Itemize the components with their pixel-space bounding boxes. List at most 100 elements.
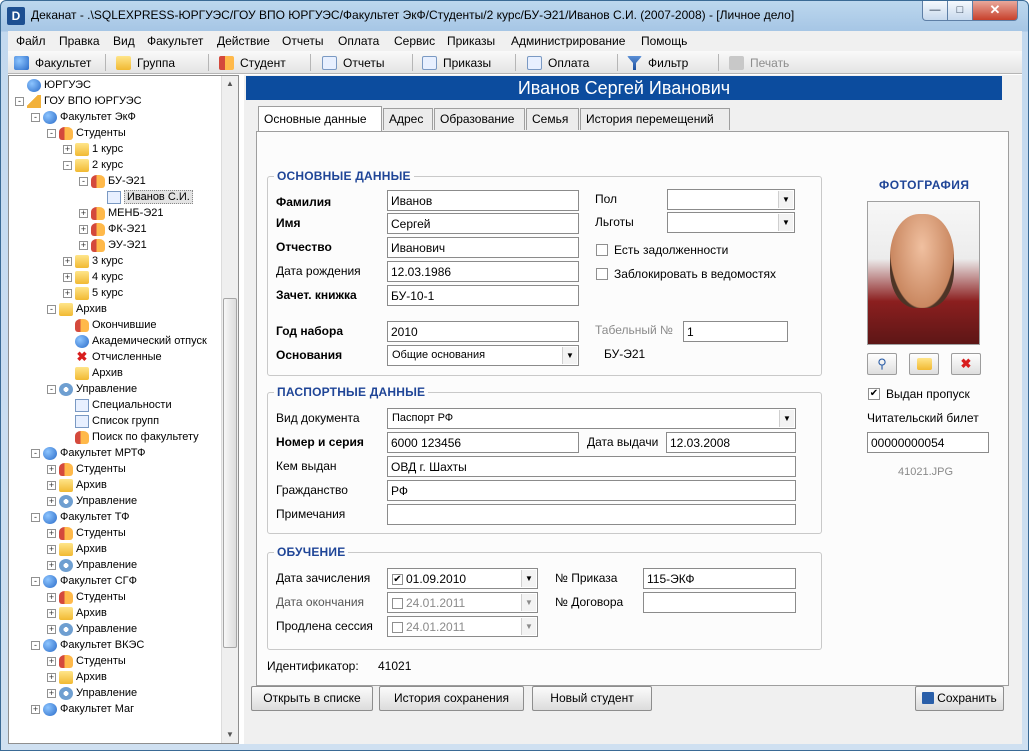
tree-node[interactable]: + Архив [47,477,107,493]
patronymic-field[interactable]: Иванович [387,237,579,258]
tree-node[interactable]: +4 курс [63,269,123,285]
menu-faculty[interactable]: Факультет [147,34,203,48]
expand-icon[interactable]: + [47,672,56,682]
menu-admin[interactable]: Администрирование [511,34,625,48]
save-history-button[interactable]: История сохранения [379,686,524,711]
scroll-down-arrow[interactable]: ▼ [223,727,237,743]
record-book-field[interactable]: БУ-10-1 [387,285,579,306]
expand-icon[interactable]: + [47,592,56,602]
zoom-photo-button[interactable]: ⚲ [867,353,897,375]
toolbar-group-button[interactable]: Группа [116,54,175,72]
tree-node[interactable]: +1 курс [63,141,123,157]
tree-node[interactable]: + Студенты [47,589,126,605]
tree-node[interactable]: Академический отпуск [63,333,207,349]
toolbar-orders-button[interactable]: Приказы [422,54,491,72]
benefits-select[interactable]: ▼ [667,212,795,233]
toolbar-filter-button[interactable]: Фильтр [627,54,688,72]
menu-payment[interactable]: Оплата [338,34,379,48]
extension-date-picker[interactable]: 24.01.2011 ▼ [387,616,538,637]
tab-basic[interactable]: Основные данные [258,106,382,131]
enroll-date-checkbox[interactable]: ✔ [392,574,403,586]
citizenship-field[interactable]: РФ [387,480,796,501]
tree-node[interactable]: + ФК-Э21 [79,221,147,237]
tree-node[interactable]: + Архив [47,669,107,685]
tree-node[interactable]: Специальности [63,397,172,413]
surname-field[interactable]: Иванов [387,190,579,211]
issued-by-field[interactable]: ОВД г. Шахты [387,456,796,477]
menu-reports[interactable]: Отчеты [282,34,323,48]
toolbar-reports-button[interactable]: Отчеты [322,54,384,72]
collapse-icon[interactable]: - [31,112,40,122]
tab-education[interactable]: Образование [434,108,525,130]
scroll-up-arrow[interactable]: ▲ [223,76,237,92]
tree-node[interactable]: +3 курс [63,253,123,269]
menu-orders[interactable]: Приказы [447,34,495,48]
tree-node[interactable]: + Управление [47,493,137,509]
collapse-icon[interactable]: - [47,384,56,394]
close-button[interactable]: ✕ [972,1,1018,21]
tree-node[interactable]: + Архив [47,605,107,621]
collapse-icon[interactable]: - [31,512,40,522]
load-photo-button[interactable] [909,353,939,375]
expand-icon[interactable]: + [47,464,56,474]
navigation-tree[interactable]: ▲ ▼ ЮРГУЭС - ГОУ ВПО ЮРГУЭС - Факультет ЭкФ -… [8,75,239,744]
tab-history[interactable]: История перемещений [580,108,730,130]
collapse-icon[interactable]: - [79,176,88,186]
tree-node[interactable]: Список групп [63,413,159,429]
name-field[interactable]: Сергей [387,213,579,234]
tab-address[interactable]: Адрес [383,108,433,130]
collapse-icon[interactable]: - [47,128,56,138]
tree-node[interactable]: + Студенты [47,461,126,477]
maximize-button[interactable]: □ [947,1,973,21]
tree-node[interactable]: Поиск по факультету [63,429,199,445]
tree-node[interactable]: - Архив [47,301,107,317]
tree-node[interactable]: ✖ Отчисленные [63,349,162,365]
expand-icon[interactable]: + [47,688,56,698]
expand-icon[interactable]: + [31,704,40,714]
tree-node[interactable]: - Факультет ЭкФ [31,109,136,125]
expand-icon[interactable]: + [79,208,88,218]
library-card-field[interactable]: 00000000054 [867,432,989,453]
collapse-icon[interactable]: - [15,96,24,106]
delete-photo-button[interactable]: ✖ [951,353,981,375]
tree-node[interactable]: - ГОУ ВПО ЮРГУЭС [15,93,142,109]
tree-node[interactable]: Архив [63,365,123,381]
collapse-icon[interactable]: - [31,448,40,458]
expand-icon[interactable]: + [63,256,72,266]
tree-node[interactable]: - Факультет СГФ [31,573,137,589]
menu-file[interactable]: Файл [16,34,46,48]
tree-node[interactable]: - Факультет ТФ [31,509,129,525]
tree-node[interactable]: + Управление [47,557,137,573]
tree-node[interactable]: + Факультет Маг [31,701,134,717]
end-date-picker[interactable]: 24.01.2011 ▼ [387,592,538,613]
enroll-date-picker[interactable]: ✔ 01.09.2010 ▼ [387,568,538,589]
passport-number-field[interactable]: 6000 123456 [387,432,579,453]
save-button[interactable]: Сохранить [915,686,1004,711]
extension-checkbox[interactable] [392,622,403,634]
pass-checkbox[interactable]: ✔ [868,388,880,400]
expand-icon[interactable]: + [47,608,56,618]
tree-node[interactable]: - Факультет МРТФ [31,445,145,461]
tree-node[interactable]: + Управление [47,621,137,637]
tree-node[interactable]: + Архив [47,541,107,557]
toolbar-faculty-button[interactable]: Факультет [14,54,91,72]
menu-service[interactable]: Сервис [394,34,435,48]
expand-icon[interactable]: + [79,240,88,250]
tree-node[interactable]: - БУ-Э21 [79,173,146,189]
expand-icon[interactable]: + [47,560,56,570]
notes-field[interactable] [387,504,796,525]
issue-date-field[interactable]: 12.03.2008 [666,432,796,453]
collapse-icon[interactable]: - [31,576,40,586]
expand-icon[interactable]: + [47,656,56,666]
contract-number-field[interactable] [643,592,796,613]
document-type-select[interactable]: Паспорт РФ ▼ [387,408,796,429]
expand-icon[interactable]: + [47,624,56,634]
expand-icon[interactable]: + [63,144,72,154]
toolbar-print-button[interactable]: Печать [729,54,789,72]
tree-node[interactable]: - Студенты [47,125,126,141]
debt-checkbox[interactable] [596,244,608,256]
open-in-list-button[interactable]: Открыть в списке [251,686,373,711]
birth-field[interactable]: 12.03.1986 [387,261,579,282]
expand-icon[interactable]: + [47,544,56,554]
menu-view[interactable]: Вид [113,34,135,48]
